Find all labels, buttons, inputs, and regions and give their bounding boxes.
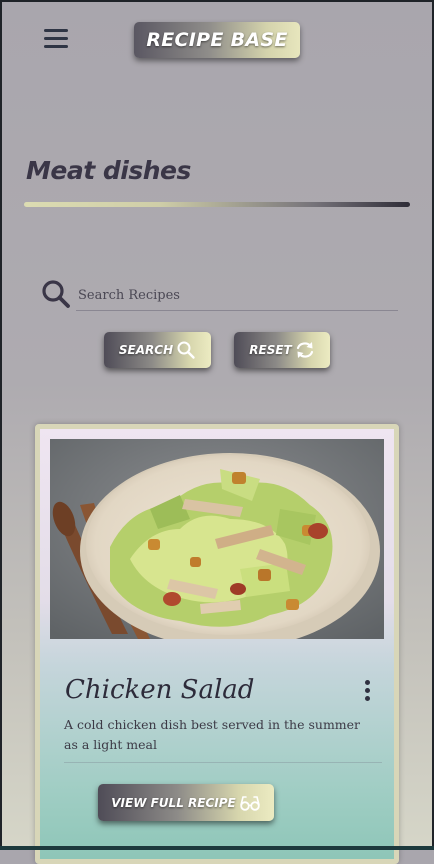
brand-logo-button[interactable]: RECIPE BASE xyxy=(134,22,300,58)
recipe-description: A cold chicken dish best served in the s… xyxy=(64,717,361,752)
glasses-icon xyxy=(239,795,260,811)
hamburger-menu-icon[interactable] xyxy=(44,29,68,50)
reset-button-label: RESET xyxy=(249,343,292,357)
search-icon xyxy=(42,280,70,308)
title-underline xyxy=(24,202,410,207)
view-full-recipe-label: VIEW FULL RECIPE xyxy=(111,795,236,810)
search-input[interactable] xyxy=(76,281,398,311)
bottom-strip xyxy=(0,846,434,850)
search-icon xyxy=(177,341,195,359)
brand-label: RECIPE BASE xyxy=(146,29,288,51)
reset-button[interactable]: RESET xyxy=(234,332,330,368)
search-button-label: SEARCH xyxy=(118,343,174,357)
recipe-image xyxy=(50,439,384,639)
search-button[interactable]: SEARCH xyxy=(104,332,211,368)
refresh-icon xyxy=(296,342,313,358)
view-full-recipe-button[interactable]: VIEW FULL RECIPE xyxy=(98,784,274,821)
page-title: Meat dishes xyxy=(26,156,191,185)
card-divider xyxy=(64,762,382,763)
more-vertical-icon[interactable] xyxy=(365,680,371,702)
recipe-title: Chicken Salad xyxy=(65,675,255,705)
